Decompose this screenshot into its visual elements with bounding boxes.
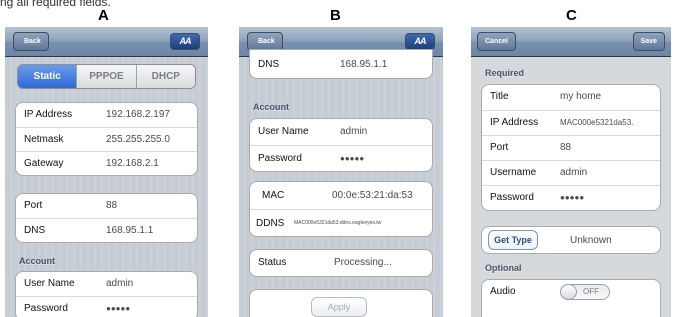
gateway-value: 192.168.2.1	[106, 158, 159, 169]
segment-dhcp[interactable]: DHCP	[135, 65, 195, 88]
gateway-label: Gateway	[24, 158, 64, 169]
password-value: ●●●●●	[560, 193, 585, 202]
audio-row: Audio OFF	[482, 280, 660, 305]
username-row[interactable]: User Name admin	[250, 119, 432, 145]
label-b: B	[330, 7, 341, 24]
network-settings-group: IP Address 192.168.2.197 Netmask 255.255…	[15, 102, 198, 176]
account-section-header: Account	[19, 256, 55, 266]
get-type-group: Get Type Unknown	[481, 226, 661, 254]
password-value: ●●●●●	[106, 304, 131, 313]
mac-value: 00:0e:53:21:da:53	[332, 190, 413, 201]
netmask-row[interactable]: Netmask 255.255.255.0	[16, 127, 197, 151]
required-section-header: Required	[485, 68, 525, 78]
figure-caption: ng all required fields. A B C	[0, 0, 676, 26]
device-type-value: Unknown	[570, 235, 612, 246]
logo-icon[interactable]: AA	[170, 33, 200, 50]
account-section-header: Account	[253, 102, 289, 112]
port-row[interactable]: Port 88	[16, 194, 197, 218]
panel-a-screen: Back AA Static PPPOE DHCP IP Address 192…	[5, 27, 208, 317]
cancel-button[interactable]: Cancel	[477, 32, 516, 51]
port-row[interactable]: Port 88	[482, 135, 660, 160]
title-label: Title	[490, 91, 509, 102]
ip-address-row[interactable]: IP Address MAC000e5321da53.	[482, 110, 660, 135]
ip-address-row[interactable]: IP Address 192.168.2.197	[16, 103, 197, 127]
username-row[interactable]: User Name admin	[16, 272, 197, 296]
username-row[interactable]: Username admin	[482, 160, 660, 185]
gateway-row[interactable]: Gateway 192.168.2.1	[16, 151, 197, 175]
panel-c-screen: Cancel Save Required Title my home IP Ad…	[471, 27, 671, 317]
server-settings-group: Port 88 DNS 168.95.1.1	[15, 193, 198, 243]
device-info-group: MAC 00:0e:53:21:da:53 DDNS MAC000e5321da…	[249, 181, 433, 237]
apply-button[interactable]: Apply	[311, 297, 367, 317]
required-fields-group: Title my home IP Address MAC000e5321da53…	[481, 84, 661, 211]
label-a: A	[98, 7, 109, 24]
password-row[interactable]: Password ●●●●●	[482, 185, 660, 210]
account-group: User Name admin Password ●●●●●	[15, 271, 198, 317]
optional-section-header: Optional	[485, 263, 522, 273]
password-label: Password	[24, 303, 68, 314]
segment-pppoe[interactable]: PPPOE	[76, 65, 136, 88]
port-value: 88	[560, 142, 572, 153]
panel-a-navbar: Back AA	[5, 27, 208, 57]
label-c: C	[566, 7, 577, 24]
status-label: Status	[258, 257, 287, 268]
password-row[interactable]: Password ●●●●●	[250, 145, 432, 171]
username-label: Username	[490, 167, 537, 178]
dns-row[interactable]: DNS 168.95.1.1	[250, 50, 432, 78]
title-row[interactable]: Title my home	[482, 85, 660, 110]
save-button[interactable]: Save	[632, 32, 665, 51]
toggle-knob	[560, 284, 577, 300]
logo-icon[interactable]: AA	[405, 33, 435, 50]
mac-row: MAC 00:0e:53:21:da:53	[250, 182, 432, 209]
title-value: my home	[560, 91, 602, 102]
panel-b-screen: Back AA DNS 168.95.1.1 Account User Name…	[239, 27, 443, 317]
netmask-label: Netmask	[24, 134, 64, 145]
ddns-value: MAC000e5321da53.ddns.eagleeyes.tw	[294, 220, 382, 226]
dns-label: DNS	[258, 59, 280, 70]
dns-value: 168.95.1.1	[106, 225, 154, 236]
password-row[interactable]: Password ●●●●●	[16, 296, 197, 317]
ddns-label: DDNS	[256, 218, 285, 229]
dns-group: DNS 168.95.1.1	[249, 49, 433, 79]
ip-address-value: MAC000e5321da53.	[560, 118, 634, 127]
dns-label: DNS	[24, 225, 46, 236]
mac-label: MAC	[262, 190, 285, 201]
username-label: User Name	[258, 126, 309, 137]
audio-toggle-state: OFF	[583, 287, 599, 296]
password-value: ●●●●●	[340, 154, 365, 163]
dns-row[interactable]: DNS 168.95.1.1	[16, 218, 197, 242]
password-label: Password	[258, 153, 302, 164]
optional-fields-group: Audio OFF	[481, 279, 661, 317]
username-value: admin	[560, 167, 588, 178]
status-value: Processing...	[334, 257, 392, 268]
get-type-button[interactable]: Get Type	[488, 230, 538, 250]
port-label: Port	[490, 142, 509, 153]
audio-label: Audio	[490, 286, 516, 297]
back-button[interactable]: Back	[13, 32, 49, 51]
username-value: admin	[106, 278, 134, 289]
ip-address-label: IP Address	[24, 109, 73, 120]
dns-value: 168.95.1.1	[340, 59, 388, 70]
segment-static[interactable]: Static	[18, 65, 77, 88]
port-label: Port	[24, 200, 43, 211]
connection-type-segmented-control: Static PPPOE DHCP	[17, 64, 196, 89]
panel-c-navbar: Cancel Save	[471, 27, 671, 57]
ddns-row: DDNS MAC000e5321da53.ddns.eagleeyes.tw	[250, 209, 432, 236]
account-group: User Name admin Password ●●●●●	[249, 118, 433, 172]
username-label: User Name	[24, 278, 75, 289]
audio-toggle[interactable]: OFF	[560, 284, 610, 300]
username-value: admin	[340, 126, 368, 137]
ip-address-value: 192.168.2.197	[106, 109, 170, 120]
status-row: Status Processing...	[250, 250, 432, 276]
netmask-value: 255.255.255.0	[106, 134, 170, 145]
status-group: Status Processing...	[249, 249, 433, 277]
password-label: Password	[490, 192, 534, 203]
caption-text: ng all required fields.	[0, 0, 111, 9]
port-value: 88	[106, 200, 118, 211]
ip-address-label: IP Address	[490, 117, 539, 128]
